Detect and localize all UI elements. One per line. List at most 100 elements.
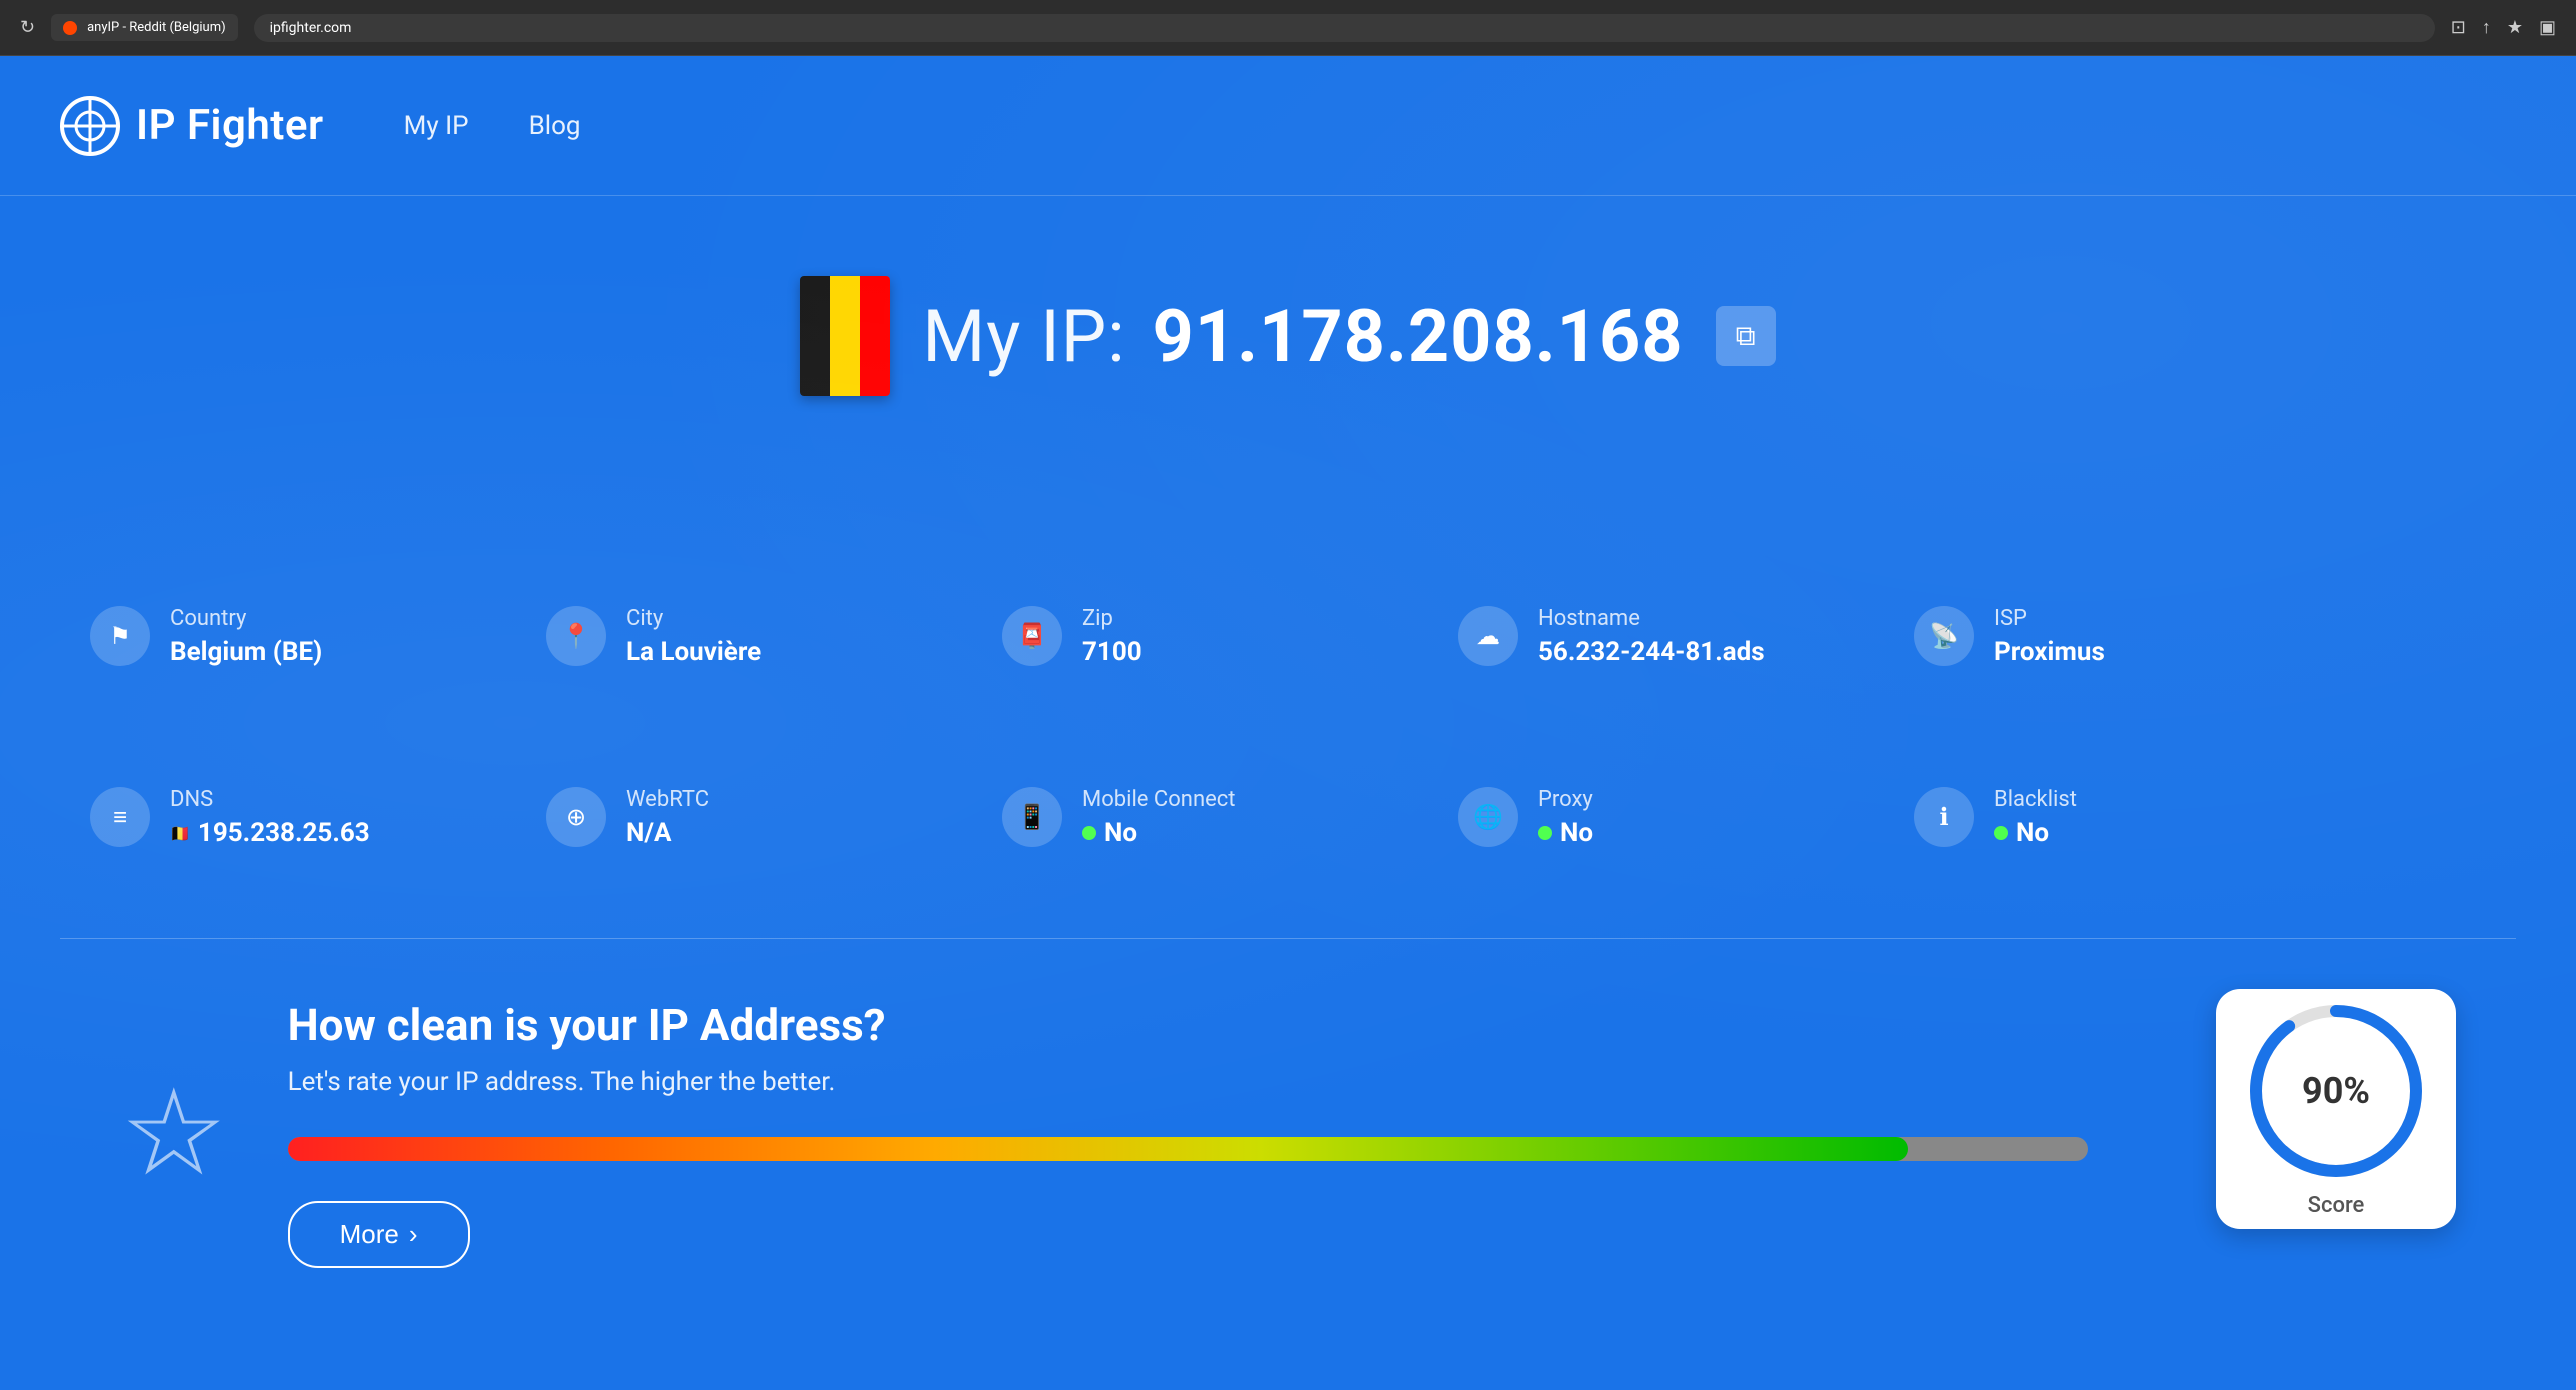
- hostname-value: 56.232-244-81.ads: [1538, 637, 1765, 667]
- zip-icon-wrap: 📮: [1002, 606, 1062, 666]
- score-label: Score: [2308, 1193, 2365, 1218]
- hostname-icon-wrap: ☁: [1458, 606, 1518, 666]
- flag-icon: ⚑: [109, 622, 131, 650]
- nav-links: My IP Blog: [404, 111, 581, 141]
- flag-red: [860, 276, 890, 396]
- score-text-area: How clean is your IP Address? Let's rate…: [288, 999, 2456, 1268]
- info-city: 📍 City La Louvière: [516, 576, 972, 697]
- dns-value-container: 🇧🇪 195.238.25.63: [170, 818, 370, 848]
- score-bar-container: [288, 1137, 2088, 1161]
- dns-flag-icon: 🇧🇪: [170, 824, 190, 843]
- ip-display: My IP: 91.178.208.168 ⧉: [800, 276, 1775, 396]
- browser-tab[interactable]: anyIP - Reddit (Belgium): [51, 14, 238, 41]
- score-badge: 90% Score: [2216, 989, 2456, 1229]
- blacklist-content: Blacklist No: [1994, 787, 2077, 848]
- webrtc-icon: ⊕: [566, 803, 586, 831]
- country-label: Country: [170, 606, 322, 631]
- country-icon-wrap: ⚑: [90, 606, 150, 666]
- site-wrapper: IP Fighter My IP Blog My IP: 91.178.208.…: [0, 56, 2576, 1390]
- ip-text: My IP: 91.178.208.168: [922, 294, 1683, 379]
- pin-icon: 📍: [561, 622, 591, 650]
- blacklist-status-dot: [1994, 826, 2008, 840]
- webrtc-icon-wrap: ⊕: [546, 787, 606, 847]
- city-value: La Louvière: [626, 637, 761, 667]
- info-proxy: 🌐 Proxy No: [1428, 757, 1884, 878]
- proxy-content: Proxy No: [1538, 787, 1593, 848]
- cast-icon[interactable]: ⊡: [2451, 17, 2466, 38]
- info-mobile: 📱 Mobile Connect No: [972, 757, 1428, 878]
- info-zip: 📮 Zip 7100: [972, 576, 1428, 697]
- mobile-value: No: [1104, 818, 1137, 848]
- address-text: ipfighter.com: [270, 20, 352, 36]
- proxy-status-dot: [1538, 826, 1552, 840]
- zip-value: 7100: [1082, 637, 1142, 667]
- dns-content: DNS 🇧🇪 195.238.25.63: [170, 787, 370, 848]
- info-dns: ≡ DNS 🇧🇪 195.238.25.63: [60, 757, 516, 878]
- blacklist-status: No: [1994, 818, 2077, 848]
- info-grid-row1: ⚑ Country Belgium (BE) 📍 City La Louvièr…: [0, 536, 2400, 757]
- info-hostname: ☁ Hostname 56.232-244-81.ads: [1428, 576, 1884, 697]
- city-label: City: [626, 606, 761, 631]
- signal-icon: 📡: [1929, 622, 1959, 650]
- nav-link-blog[interactable]: Blog: [529, 111, 581, 141]
- nav-link-myip[interactable]: My IP: [404, 111, 469, 141]
- mobile-label: Mobile Connect: [1082, 787, 1235, 812]
- dns-label: DNS: [170, 787, 370, 812]
- isp-label: ISP: [1994, 606, 2105, 631]
- isp-value: Proximus: [1994, 637, 2105, 667]
- blacklist-label: Blacklist: [1994, 787, 2077, 812]
- webrtc-label: WebRTC: [626, 787, 709, 812]
- flag-yellow: [830, 276, 860, 396]
- refresh-icon[interactable]: ↻: [20, 17, 35, 38]
- proxy-status: No: [1538, 818, 1593, 848]
- address-bar[interactable]: ipfighter.com: [254, 14, 2435, 42]
- main-nav: IP Fighter My IP Blog: [0, 56, 2576, 196]
- star-icon: ☆: [120, 1064, 228, 1204]
- flag-black: [800, 276, 830, 396]
- more-label: More: [340, 1219, 399, 1250]
- belgium-flag: [800, 276, 890, 396]
- address-bar-container: anyIP - Reddit (Belgium) ipfighter.com: [51, 14, 2435, 42]
- tab-favicon: [63, 21, 77, 35]
- proxy-icon: 🌐: [1473, 803, 1503, 831]
- tab-label: anyIP - Reddit (Belgium): [87, 20, 226, 35]
- logo-icon: [60, 96, 120, 156]
- dns-icon-wrap: ≡: [90, 787, 150, 847]
- browser-chrome: ↻ anyIP - Reddit (Belgium) ipfighter.com…: [0, 0, 2576, 56]
- nav-title: IP Fighter: [136, 101, 324, 150]
- mobile-content: Mobile Connect No: [1082, 787, 1235, 848]
- browser-actions: ⊡ ↑ ★ ▣: [2451, 17, 2556, 38]
- city-content: City La Louvière: [626, 606, 761, 667]
- hero-section: My IP: 91.178.208.168 ⧉: [0, 196, 2576, 536]
- city-icon-wrap: 📍: [546, 606, 606, 666]
- score-title: How clean is your IP Address?: [288, 999, 2456, 1051]
- blacklist-icon: ℹ: [1939, 803, 1948, 831]
- info-grid-row2: ≡ DNS 🇧🇪 195.238.25.63 ⊕ WebRTC N/A: [0, 757, 2400, 938]
- blacklist-value: No: [2016, 818, 2049, 848]
- share-icon[interactable]: ↑: [2482, 17, 2491, 38]
- mobile-status: No: [1082, 818, 1235, 848]
- zip-content: Zip 7100: [1082, 606, 1142, 667]
- country-value: Belgium (BE): [170, 637, 322, 667]
- more-button[interactable]: More ›: [288, 1201, 470, 1268]
- chevron-right-icon: ›: [409, 1219, 418, 1250]
- copy-icon: ⧉: [1736, 320, 1756, 353]
- score-bar-fill: [288, 1137, 1908, 1161]
- cloud-icon: ☁: [1476, 622, 1500, 650]
- mobile-icon: 📱: [1017, 803, 1047, 831]
- copy-ip-button[interactable]: ⧉: [1716, 306, 1776, 366]
- proxy-value: No: [1560, 818, 1593, 848]
- sidebar-icon[interactable]: ▣: [2539, 17, 2556, 38]
- nav-logo[interactable]: IP Fighter: [60, 96, 324, 156]
- mobile-icon-wrap: 📱: [1002, 787, 1062, 847]
- ip-label: My IP:: [922, 294, 1125, 379]
- ip-value: 91.178.208.168: [1153, 294, 1684, 379]
- hostname-label: Hostname: [1538, 606, 1765, 631]
- bookmark-icon[interactable]: ★: [2507, 17, 2523, 38]
- info-country: ⚑ Country Belgium (BE): [60, 576, 516, 697]
- score-circle: 90%: [2246, 1001, 2426, 1181]
- info-webrtc: ⊕ WebRTC N/A: [516, 757, 972, 878]
- score-section: ☆ How clean is your IP Address? Let's ra…: [0, 939, 2576, 1328]
- browser-controls: ↻: [20, 17, 35, 38]
- info-isp: 📡 ISP Proximus: [1884, 576, 2340, 697]
